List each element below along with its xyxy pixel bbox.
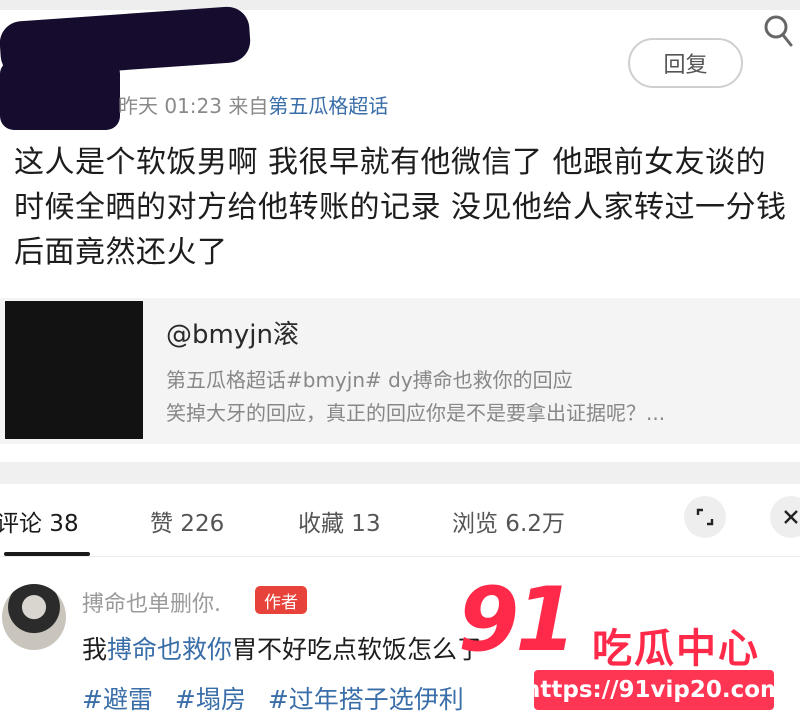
close-button[interactable] (770, 496, 800, 538)
quoted-post-line-2: 笑掉大牙的回应，真正的回应你是不是要拿出证据呢？... (166, 401, 666, 425)
watermark-number: 91 (458, 568, 576, 671)
post-meta: 昨天 01:23 来自第五瓜格超话 (118, 90, 388, 119)
post-body: 这人是个软饭男啊 我很早就有他微信了 他跟前女友谈的时候全晒的对方给他转账的记录… (14, 145, 787, 270)
top-strip (0, 0, 800, 10)
tab-comments[interactable]: 评论 38 (0, 504, 79, 538)
tab-likes[interactable]: 赞 226 (150, 504, 224, 538)
post-from: 来自 (228, 94, 269, 118)
tab-favorites[interactable]: 收藏 13 (298, 504, 381, 538)
search-icon[interactable] (763, 14, 793, 48)
tag-link[interactable]: #避雷 (82, 685, 153, 714)
comment-rest: 胃不好吃点软饭怎么了 (232, 635, 483, 664)
comment-prefix: 我 (82, 635, 108, 664)
quoted-post-line-1: 第五瓜格超话#bmyjn# dy搏命也救你的回应 (166, 368, 573, 392)
quoted-post-title: @bmyjn滚 (166, 320, 299, 350)
quoted-post-thumbnail (5, 301, 143, 439)
expand-icon (696, 508, 714, 526)
comment-text: 我搏命也救你胃不好吃点软饭怎么了 (82, 630, 482, 666)
tag-link[interactable]: #过年搭子选伊利 (268, 685, 464, 714)
reply-button[interactable]: 回复 (628, 38, 743, 88)
quoted-post-card[interactable]: @bmyjn滚 第五瓜格超话#bmyjn# dy搏命也救你的回应 笑掉大牙的回应… (0, 298, 800, 444)
section-divider (0, 462, 800, 484)
watermark-url: https://91vip20.com (524, 670, 784, 710)
stats-tabs: 评论 38 赞 226 收藏 13 浏览 6.2万 (0, 486, 800, 556)
tabs-separator (0, 556, 800, 557)
tab-views[interactable]: 浏览 6.2万 (452, 504, 565, 538)
expand-button[interactable] (684, 496, 726, 538)
comment-tags: #避雷 #塌房 #过年搭子选伊利 (82, 680, 478, 716)
comment-username[interactable]: 搏命也单删你. (82, 586, 221, 618)
post-time: 昨天 01:23 (118, 94, 222, 118)
avatar[interactable] (2, 584, 66, 650)
tag-link[interactable]: #塌房 (175, 685, 246, 714)
post-source-link[interactable]: 第五瓜格超话 (268, 94, 388, 118)
close-icon (784, 510, 798, 524)
author-badge: 作者 (255, 586, 307, 614)
redacted-username-tail (0, 60, 120, 130)
comment-mention[interactable]: 搏命也救你 (107, 635, 232, 664)
watermark-brand: 吃瓜中心 (592, 626, 760, 672)
